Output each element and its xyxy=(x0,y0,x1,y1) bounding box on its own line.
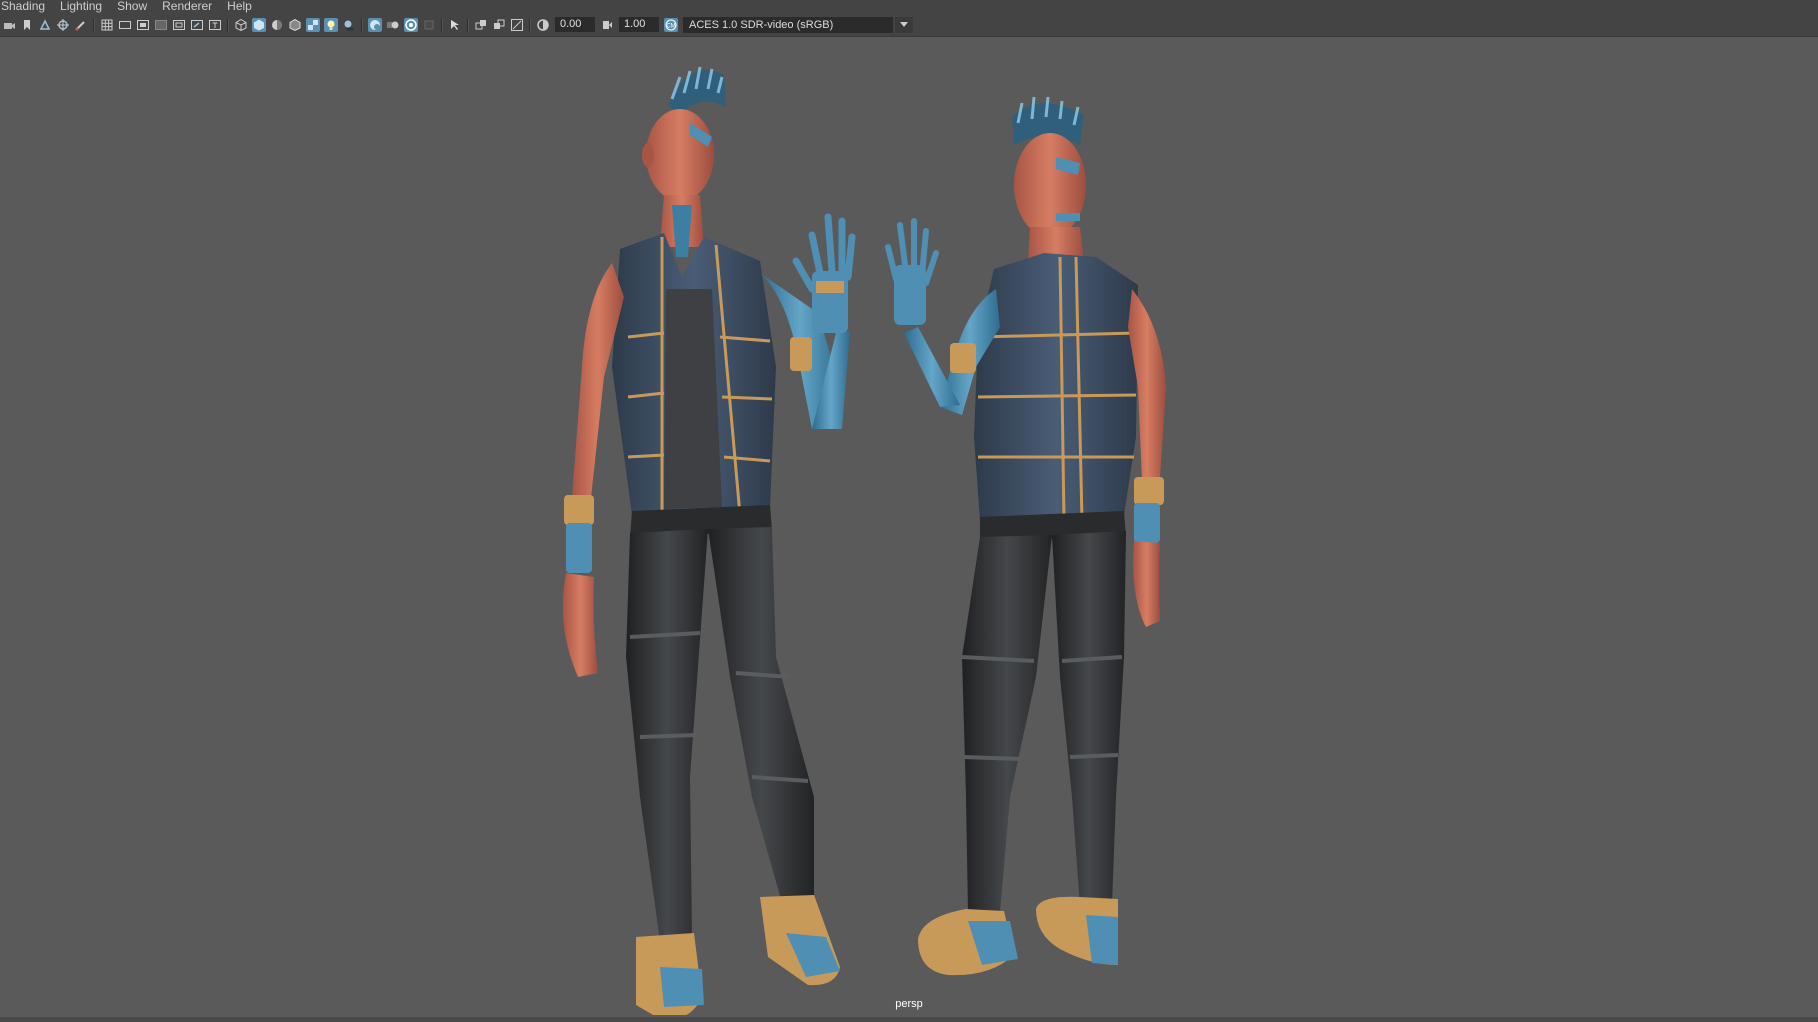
xray-components-icon[interactable] xyxy=(510,18,524,32)
toolbar-separator xyxy=(227,17,229,32)
viewport-toolbar: 0.00 1.00 CM ACES 1.0 SDR-video (sRGB) xyxy=(0,13,1818,37)
menu-renderer[interactable]: Renderer xyxy=(155,0,220,13)
xray-icon[interactable] xyxy=(474,18,488,32)
toolbar-separator xyxy=(93,17,95,32)
wireframe-icon[interactable] xyxy=(234,18,248,32)
color-management-dropdown[interactable]: ACES 1.0 SDR-video (sRGB) xyxy=(683,16,893,33)
menu-shading[interactable]: Shading xyxy=(0,0,53,13)
toolbar-separator xyxy=(529,17,531,32)
use-all-lights-icon[interactable] xyxy=(324,17,338,32)
gamma-field[interactable]: 1.00 xyxy=(619,17,659,32)
shadows-icon[interactable] xyxy=(342,18,356,32)
menu-help[interactable]: Help xyxy=(220,0,260,13)
select-camera-icon[interactable] xyxy=(2,18,16,32)
default-material-icon[interactable] xyxy=(270,18,284,32)
exposure-icon[interactable] xyxy=(536,18,550,32)
character-front-view[interactable] xyxy=(562,66,856,1020)
anti-aliasing-icon[interactable] xyxy=(404,17,418,32)
2d-pan-zoom-icon[interactable] xyxy=(56,18,70,32)
gamma-icon[interactable] xyxy=(600,18,614,32)
resolution-gate-icon[interactable] xyxy=(136,18,150,32)
camera-bookmark-icon[interactable] xyxy=(20,18,34,32)
xray-joints-icon[interactable] xyxy=(492,18,506,32)
color-management-icon[interactable]: CM xyxy=(664,17,678,32)
gate-mask-icon[interactable] xyxy=(154,18,168,32)
chevron-down-icon[interactable] xyxy=(895,16,913,33)
safe-title-icon[interactable] xyxy=(208,18,222,32)
3d-viewport[interactable] xyxy=(0,37,1818,1020)
field-chart-icon[interactable] xyxy=(172,18,186,32)
safe-action-icon[interactable] xyxy=(190,18,204,32)
smooth-shade-icon[interactable] xyxy=(252,17,266,32)
grid-icon[interactable] xyxy=(100,18,114,32)
toolbar-separator xyxy=(467,17,469,32)
menu-show[interactable]: Show xyxy=(110,0,155,13)
motion-blur-icon[interactable] xyxy=(386,18,400,32)
textured-icon[interactable] xyxy=(306,17,320,32)
character-back-view[interactable] xyxy=(885,96,1166,976)
image-plane-icon[interactable] xyxy=(38,18,52,32)
film-gate-icon[interactable] xyxy=(118,18,132,32)
grease-pencil-icon[interactable] xyxy=(74,18,88,32)
isolate-select-icon[interactable] xyxy=(448,18,462,32)
wireframe-on-shaded-icon[interactable] xyxy=(288,18,302,32)
viewport-bottom-bar xyxy=(0,1017,1818,1022)
screen-space-ao-icon[interactable] xyxy=(368,17,382,32)
character-render xyxy=(562,66,1166,1020)
menu-bar: Shading Lighting Show Renderer Help xyxy=(0,0,1818,13)
camera-name-label: persp xyxy=(895,998,923,1010)
depth-of-field-icon[interactable] xyxy=(422,18,436,32)
exposure-field[interactable]: 0.00 xyxy=(555,17,595,32)
menu-lighting[interactable]: Lighting xyxy=(53,0,110,13)
toolbar-separator xyxy=(441,17,443,32)
toolbar-separator xyxy=(361,17,363,32)
svg-text:CM: CM xyxy=(666,23,675,29)
